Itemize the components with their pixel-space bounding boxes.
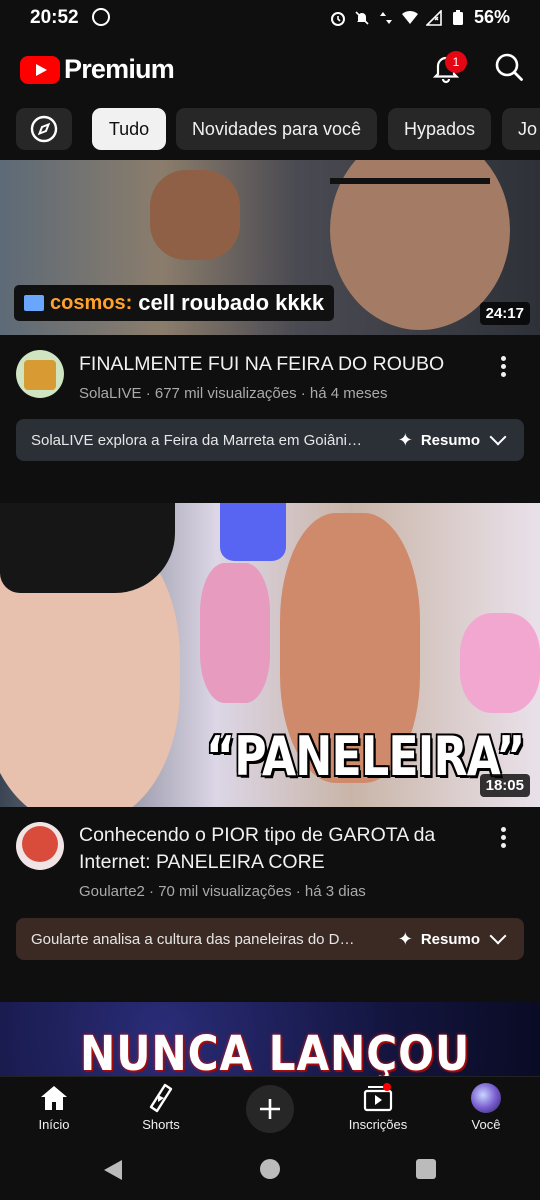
channel-avatar-solalive[interactable]	[16, 350, 64, 398]
notification-badge: 1	[445, 51, 467, 73]
thumbnail-pink-hair	[200, 563, 270, 703]
avatar-icon	[471, 1083, 501, 1113]
data-arrows-icon	[379, 11, 392, 24]
summary-text: Goularte analisa a cultura das paneleira…	[31, 930, 355, 948]
ai-summary-1[interactable]: SolaLIVE explora a Feira da Marreta em G…	[16, 419, 524, 461]
video-title-2[interactable]: Conhecendo o PIOR tipo de GAROTA da Inte…	[79, 822, 479, 876]
video-thumbnail-3[interactable]: NUNCA LANÇOU	[0, 1002, 540, 1076]
thumbnail-beanie	[0, 503, 175, 593]
video-thumbnail-2[interactable]: “PANELEIRA” 18:05	[0, 503, 540, 807]
thumbnail-hand	[150, 170, 240, 260]
thumbnail-pony	[460, 613, 540, 713]
crown-icon	[24, 295, 44, 311]
chip-tudo[interactable]: Tudo	[92, 108, 166, 150]
new-content-dot	[383, 1083, 391, 1091]
bottom-navigation: Início Shorts Inscrições Você	[0, 1076, 540, 1140]
brand-name: Premium	[64, 54, 175, 84]
status-icons: 56%	[330, 7, 510, 28]
sparkle-icon: ✦	[397, 928, 413, 949]
summary-text: SolaLIVE explora a Feira da Marreta em G…	[31, 431, 362, 449]
chip-novidades[interactable]: Novidades para você	[176, 108, 377, 150]
youtube-premium-logo[interactable]: Premium	[20, 54, 175, 85]
home-icon	[41, 1086, 67, 1110]
plus-icon	[260, 1099, 280, 1119]
wifi-icon	[401, 10, 418, 24]
chip-hypados[interactable]: Hypados	[388, 108, 491, 150]
system-navigation-bar	[0, 1140, 540, 1200]
home-button-icon[interactable]	[260, 1159, 280, 1179]
mute-icon	[355, 10, 369, 25]
thumbnail-caption-1: cosmos: cell roubado kkkk	[14, 285, 335, 321]
video-duration: 18:05	[479, 774, 530, 797]
thumbnail-caption-3: NUNCA LANÇOU	[80, 1026, 471, 1076]
caption-brand: cosmos:	[50, 291, 133, 314]
video-title-1[interactable]: FINALMENTE FUI NA FEIRA DO ROUBO	[79, 351, 479, 378]
video-meta-1: SolaLIVE · 677 mil visualizações · há 4 …	[79, 385, 388, 402]
chevron-down-icon	[489, 428, 507, 446]
video-meta-2: Goularte2 · 70 mil visualizações · há 3 …	[79, 883, 366, 900]
chip-jo[interactable]: Jo	[502, 108, 540, 150]
chevron-down-icon	[489, 927, 507, 945]
youtube-logo-icon	[20, 55, 60, 84]
nav-label: Inscrições	[348, 1117, 408, 1132]
thumbnail-caption-2: “PANELEIRA”	[206, 725, 525, 788]
nav-subscriptions[interactable]: Inscrições	[333, 1083, 423, 1132]
ai-summary-2[interactable]: Goularte analisa a cultura das paneleira…	[16, 918, 524, 960]
shorts-icon	[149, 1083, 173, 1113]
sparkle-icon: ✦	[397, 429, 413, 450]
video-duration: 24:17	[479, 302, 530, 325]
nav-label: Shorts	[142, 1117, 180, 1132]
alarm-icon	[330, 11, 345, 26]
recents-icon[interactable]	[416, 1159, 436, 1179]
summary-label: Resumo	[420, 930, 480, 948]
app-header: Premium 1	[0, 36, 540, 100]
nav-label: Você	[471, 1117, 501, 1132]
discord-logo-icon	[220, 503, 286, 561]
nav-you[interactable]: Você	[441, 1083, 531, 1132]
whatsapp-notification-icon	[92, 8, 110, 26]
search-icon[interactable]	[494, 52, 524, 82]
chip-explore[interactable]	[16, 108, 72, 150]
signal-icon	[425, 9, 442, 26]
more-options-icon[interactable]	[498, 356, 508, 380]
nav-shorts[interactable]: Shorts	[116, 1083, 206, 1132]
battery-percent: 56%	[473, 7, 510, 27]
battery-icon	[452, 9, 463, 25]
video-thumbnail-1[interactable]: cosmos: cell roubado kkkk 24:17	[0, 160, 540, 335]
nav-home[interactable]: Início	[9, 1083, 99, 1132]
create-button[interactable]	[246, 1085, 294, 1133]
summary-label: Resumo	[420, 431, 480, 449]
avatar-art	[22, 826, 58, 862]
more-options-icon[interactable]	[498, 827, 508, 851]
nav-label: Início	[38, 1117, 70, 1132]
status-time: 20:52	[30, 7, 79, 28]
thumbnail-glasses	[330, 160, 490, 184]
explore-icon	[30, 115, 58, 143]
filter-chips: Tudo Novidades para você Hypados Jo	[0, 108, 540, 152]
back-icon[interactable]	[102, 1158, 124, 1182]
caption-text: cell roubado kkkk	[138, 290, 325, 315]
avatar-art	[24, 360, 56, 390]
channel-avatar-goularte2[interactable]	[16, 822, 64, 870]
status-bar: 20:52 56%	[0, 0, 540, 36]
